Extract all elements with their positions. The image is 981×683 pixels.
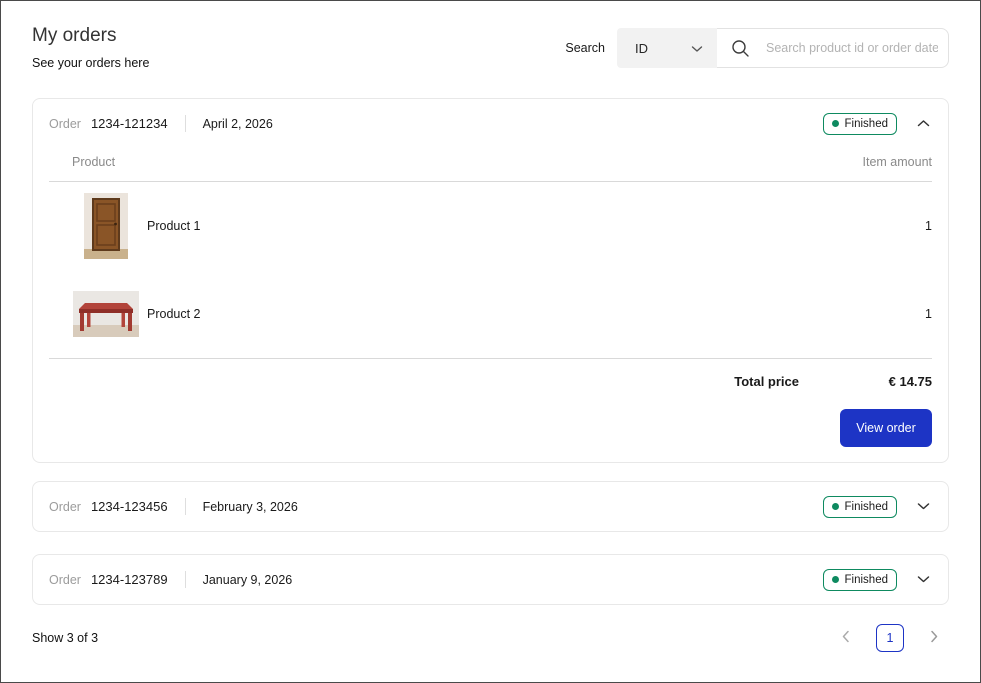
view-order-button[interactable]: View order bbox=[840, 409, 932, 447]
button-row: View order bbox=[49, 404, 932, 462]
total-price-value: € 14.75 bbox=[799, 374, 932, 389]
order-header[interactable]: Order 1234-121234 April 2, 2026 Finished bbox=[49, 99, 932, 148]
status-dot-icon bbox=[832, 576, 839, 583]
divider bbox=[185, 115, 186, 132]
divider bbox=[185, 498, 186, 515]
order-card-collapsed: Order 1234-123456 February 3, 2026 Finis… bbox=[32, 481, 949, 532]
order-id: 1234-121234 bbox=[91, 116, 168, 131]
search-box bbox=[717, 28, 949, 68]
results-count: Show 3 of 3 bbox=[32, 631, 98, 645]
order-label: Order bbox=[49, 117, 81, 131]
red-table-image bbox=[73, 291, 139, 337]
status-badge: Finished bbox=[823, 113, 897, 135]
search-group: Search ID bbox=[565, 28, 949, 68]
wooden-door-image bbox=[84, 193, 128, 259]
title-block: My orders See your orders here bbox=[32, 25, 149, 70]
status-dot-icon bbox=[832, 120, 839, 127]
product-image bbox=[73, 291, 139, 337]
my-orders-page: My orders See your orders here Search ID… bbox=[0, 0, 981, 683]
order-label: Order bbox=[49, 500, 81, 514]
order-header[interactable]: Order 1234-123789 January 9, 2026 Finish… bbox=[49, 555, 932, 604]
product-image bbox=[73, 193, 139, 259]
collapse-order-button[interactable] bbox=[915, 114, 932, 133]
search-filter-value: ID bbox=[635, 41, 648, 56]
page-number-button[interactable]: 1 bbox=[876, 624, 904, 652]
chevron-right-icon bbox=[930, 630, 939, 646]
product-column-header: Product bbox=[49, 155, 115, 169]
order-card-expanded: Order 1234-121234 April 2, 2026 Finished… bbox=[32, 98, 949, 463]
page-subtitle: See your orders here bbox=[32, 56, 149, 70]
order-card-collapsed: Order 1234-123789 January 9, 2026 Finish… bbox=[32, 554, 949, 605]
search-input[interactable] bbox=[766, 41, 948, 55]
status-label: Finished bbox=[845, 501, 888, 513]
order-id: 1234-123789 bbox=[91, 572, 168, 587]
search-icon bbox=[731, 39, 750, 58]
status-label: Finished bbox=[845, 574, 888, 586]
divider bbox=[185, 571, 186, 588]
order-date: January 9, 2026 bbox=[203, 573, 293, 587]
item-amount: 1 bbox=[925, 307, 932, 321]
order-header[interactable]: Order 1234-123456 February 3, 2026 Finis… bbox=[49, 482, 932, 531]
footer: Show 3 of 3 1 bbox=[32, 624, 949, 652]
items-table-header: Product Item amount bbox=[49, 148, 932, 182]
search-filter-select[interactable]: ID bbox=[617, 28, 717, 68]
total-row: Total price € 14.75 bbox=[49, 358, 932, 404]
product-name: Product 2 bbox=[147, 307, 201, 321]
previous-page-button[interactable] bbox=[837, 626, 854, 650]
page-header: My orders See your orders here Search ID bbox=[32, 1, 949, 70]
order-label: Order bbox=[49, 573, 81, 587]
status-label: Finished bbox=[845, 118, 888, 130]
total-price-label: Total price bbox=[734, 374, 799, 389]
page-title: My orders bbox=[32, 25, 149, 47]
chevron-up-icon bbox=[917, 116, 930, 131]
item-amount: 1 bbox=[925, 219, 932, 233]
chevron-down-icon bbox=[691, 41, 703, 56]
amount-column-header: Item amount bbox=[863, 155, 932, 169]
search-label: Search bbox=[565, 41, 605, 55]
chevron-left-icon bbox=[841, 630, 850, 646]
pagination: 1 bbox=[837, 624, 943, 652]
order-date: February 3, 2026 bbox=[203, 500, 298, 514]
product-name: Product 1 bbox=[147, 219, 201, 233]
status-badge: Finished bbox=[823, 496, 897, 518]
status-badge: Finished bbox=[823, 569, 897, 591]
chevron-down-icon bbox=[917, 572, 930, 587]
order-item-row: Product 2 1 bbox=[49, 270, 932, 358]
order-item-row: Product 1 1 bbox=[49, 182, 932, 270]
order-id: 1234-123456 bbox=[91, 499, 168, 514]
expand-order-button[interactable] bbox=[915, 497, 932, 516]
expand-order-button[interactable] bbox=[915, 570, 932, 589]
next-page-button[interactable] bbox=[926, 626, 943, 650]
status-dot-icon bbox=[832, 503, 839, 510]
order-date: April 2, 2026 bbox=[203, 117, 273, 131]
chevron-down-icon bbox=[917, 499, 930, 514]
